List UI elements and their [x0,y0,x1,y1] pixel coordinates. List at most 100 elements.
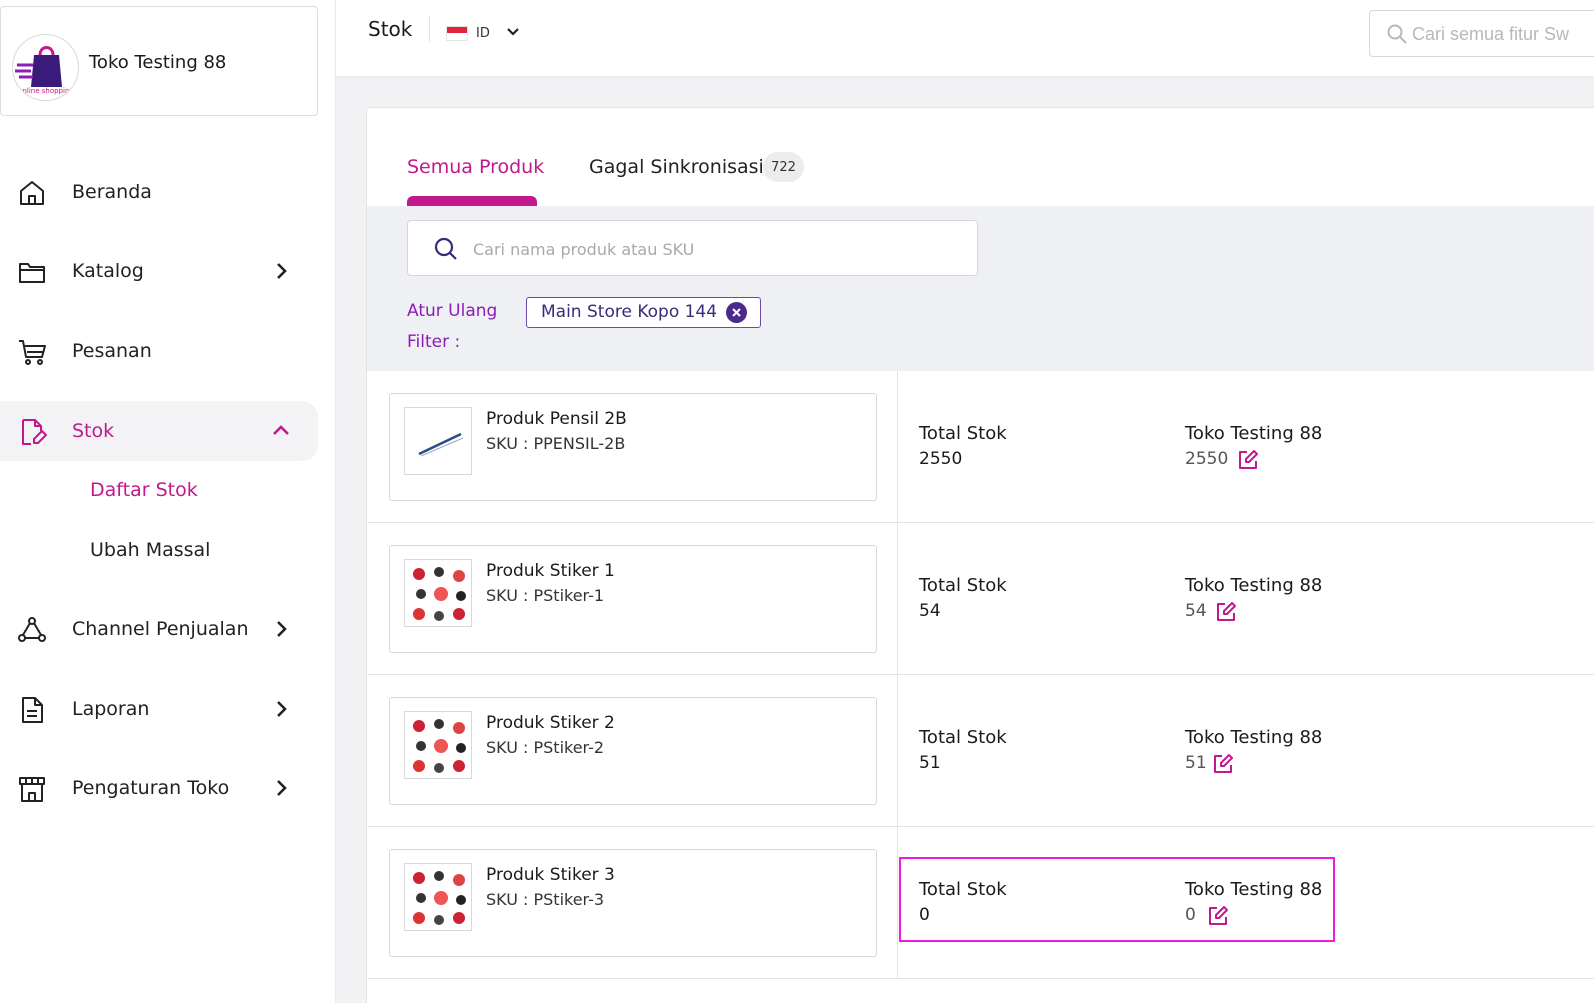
store-card[interactable]: online shopping Toko Testing 88 [0,6,318,116]
chevron-down-icon [498,22,522,44]
chevron-right-icon [271,619,291,639]
product-sku: SKU : PStiker-1 [486,586,605,605]
nav-label: Channel Penjualan [72,618,249,640]
global-search[interactable] [1369,10,1594,57]
global-search-input[interactable] [1412,21,1594,47]
language-code: ID [476,25,490,41]
tab-semua-produk[interactable]: Semua Produk [407,156,544,178]
product-card[interactable]: Produk Pensil 2B SKU : PPENSIL-2B [389,393,877,501]
nav-label: Beranda [72,181,152,203]
total-stock-label: Total Stok [919,423,1007,444]
column-divider [897,675,898,827]
stock-panel: Semua Produk Gagal Sinkronisasi 722 Atur… [366,107,1594,1003]
store-settings-icon [17,774,47,804]
sub-item-daftar-stok[interactable]: Daftar Stok [90,479,198,501]
product-card[interactable]: Produk Stiker 1 SKU : PStiker-1 [389,545,877,653]
product-card[interactable]: Produk Stiker 3 SKU : PStiker-3 [389,849,877,957]
total-stock-value: 0 [919,905,930,925]
sidebar: online shopping Toko Testing 88 Beranda … [0,0,336,1003]
filter-chip-label: Main Store Kopo 144 [541,302,718,322]
column-divider [897,827,898,979]
store-name: Toko Testing 88 [89,52,227,73]
nav-item-beranda[interactable]: Beranda [0,162,318,222]
nav-item-katalog[interactable]: Katalog [0,241,318,301]
svg-text:online shopping: online shopping [18,87,74,95]
total-stock-label: Total Stok [919,879,1007,900]
edit-icon[interactable] [1207,905,1229,927]
nav-item-stok[interactable]: Stok [0,401,318,461]
table-row: Produk Stiker 3 SKU : PStiker-3 Total St… [367,827,1594,979]
store-stock-value: 51 [1185,753,1207,773]
close-icon[interactable] [726,302,747,323]
indonesia-flag-icon [446,25,468,41]
edit-icon[interactable] [1212,753,1234,775]
store-stock-label: Toko Testing 88 [1185,727,1323,748]
nav-item-pesanan[interactable]: Pesanan [0,321,318,381]
product-sku: SKU : PPENSIL-2B [486,434,626,453]
divider [429,16,430,42]
product-sku: SKU : PStiker-2 [486,738,605,757]
search-icon [433,236,459,266]
column-divider [897,523,898,675]
tab-gagal-sinkronisasi[interactable]: Gagal Sinkronisasi [589,156,764,178]
chevron-right-icon [271,261,291,281]
report-icon [17,695,47,725]
nav-label: Laporan [72,698,150,720]
total-stock-label: Total Stok [919,575,1007,596]
edit-icon[interactable] [1215,601,1237,623]
total-stock-value: 51 [919,753,941,773]
total-stock-value: 54 [919,601,941,621]
product-card[interactable]: Produk Stiker 2 SKU : PStiker-2 [389,697,877,805]
nav-label: Pengaturan Toko [72,777,230,799]
home-icon [17,178,47,208]
channel-icon [17,615,47,645]
table-row: Produk Stiker 2 SKU : PStiker-2 Total St… [367,675,1594,827]
store-logo: online shopping [12,34,79,101]
filter-label: Filter : [407,332,461,352]
store-stock-label: Toko Testing 88 [1185,423,1323,444]
product-sku: SKU : PStiker-3 [486,890,605,909]
product-search-input[interactable] [473,236,953,262]
product-name: Produk Stiker 2 [486,713,615,733]
nav-label: Stok [72,420,115,442]
language-selector[interactable]: ID [446,22,522,44]
total-stock-value: 2550 [919,449,963,469]
store-stock-value: 54 [1185,601,1207,621]
product-name: Produk Stiker 3 [486,865,615,885]
store-stock-label: Toko Testing 88 [1185,575,1323,596]
store-stock-value: 0 [1185,905,1196,925]
table-row: Produk Stiker 1 SKU : PStiker-1 Total St… [367,523,1594,675]
product-name: Produk Stiker 1 [486,561,615,581]
topbar: Stok ID [336,0,1594,76]
store-stock-label: Toko Testing 88 [1185,879,1323,900]
total-stock-label: Total Stok [919,727,1007,748]
product-image-sticker [404,863,472,931]
product-search[interactable] [407,220,978,276]
active-tab-indicator [407,196,537,206]
sub-item-ubah-massal[interactable]: Ubah Massal [90,539,210,561]
chevron-up-icon [271,421,291,441]
filter-chip: Main Store Kopo 144 [526,297,761,328]
column-divider [897,371,898,523]
store-stock-value: 2550 [1185,449,1229,469]
count-badge: 722 [763,152,804,182]
cart-icon [17,337,47,367]
edit-icon[interactable] [1237,449,1259,471]
nav-item-pengaturan-toko[interactable]: Pengaturan Toko [0,758,318,818]
search-icon [1386,23,1408,49]
nav-label: Katalog [72,260,144,282]
product-image-pencil [404,407,472,475]
product-image-sticker [404,711,472,779]
nav-item-laporan[interactable]: Laporan [0,679,318,739]
filter-bar: Atur Ulang Filter : Main Store Kopo 144 [367,206,1594,371]
table-row: Produk Pensil 2B SKU : PPENSIL-2B Total … [367,371,1594,523]
reset-filter-link[interactable]: Atur Ulang [407,301,497,321]
nav-label: Pesanan [72,340,152,362]
stock-edit-icon [17,417,47,447]
chevron-right-icon [271,778,291,798]
page-title: Stok [368,17,413,41]
product-image-sticker [404,559,472,627]
nav-item-channel-penjualan[interactable]: Channel Penjualan [0,599,318,659]
product-name: Produk Pensil 2B [486,409,627,429]
folder-icon [17,257,47,287]
